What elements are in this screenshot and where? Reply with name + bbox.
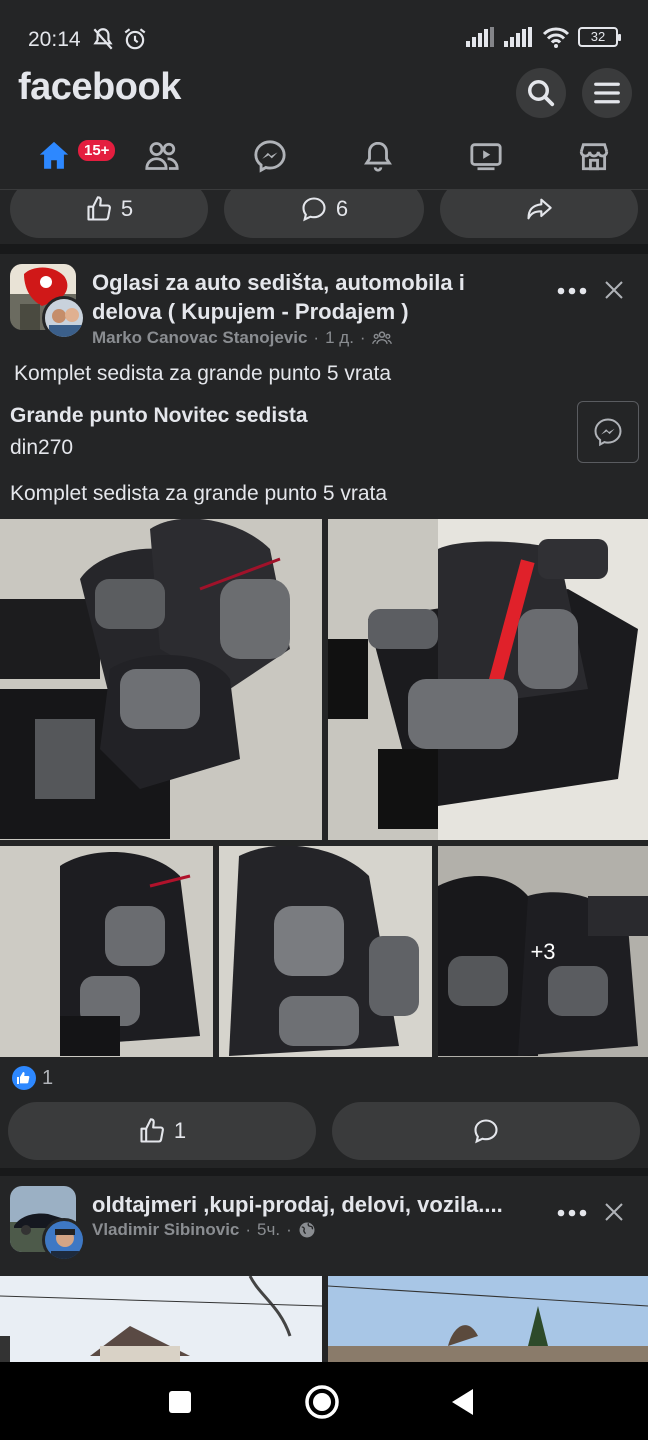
dot-separator-2: · (286, 1220, 292, 1239)
more-photos-count: +3 (530, 938, 556, 964)
more-options-button[interactable] (552, 276, 592, 306)
system-nav-bar (0, 1362, 648, 1440)
alarm-icon (124, 28, 146, 50)
close-icon (605, 281, 623, 299)
square-icon (169, 1391, 191, 1413)
author-avatar (42, 1218, 86, 1262)
post-photo[interactable] (219, 846, 432, 1057)
marketplace-icon (579, 143, 609, 171)
dot-separator: · (245, 1220, 252, 1239)
app-header: facebook (0, 62, 648, 126)
messenger-icon (594, 418, 622, 447)
video-icon (470, 143, 502, 171)
tab-home[interactable]: 15+ (24, 134, 118, 178)
message-seller-button[interactable] (577, 401, 639, 463)
friends-icon (145, 142, 179, 170)
author-avatar (42, 296, 86, 340)
post-text-bottom: Komplet sedista za grande punto 5 vrata (10, 482, 388, 505)
menu-button[interactable] (582, 68, 632, 118)
share-button[interactable] (440, 190, 638, 238)
back-button[interactable] (448, 1386, 478, 1418)
like-count: 5 (120, 196, 134, 221)
author-name[interactable]: Marko Canovac Stanojevic (92, 328, 307, 348)
dot-separator-2: · (359, 328, 366, 347)
dot-separator: · (313, 328, 320, 347)
reactions-summary[interactable]: 1 (12, 1066, 53, 1090)
more-icon (557, 1209, 587, 1217)
prev-post-actions: 5 6 (0, 190, 648, 244)
like-button[interactable]: 1 (8, 1102, 316, 1160)
post-meta: Vladimir Sibinovic · 5ч. · (92, 1220, 316, 1240)
status-bar: 20:14 32 (0, 0, 648, 62)
home-badge: 15+ (76, 138, 118, 163)
bell-icon (364, 141, 392, 172)
hide-post-button[interactable] (600, 1198, 628, 1226)
tab-messenger[interactable] (240, 134, 300, 178)
tab-video[interactable] (456, 134, 516, 178)
back-triangle-icon (452, 1389, 473, 1415)
more-options-button[interactable] (552, 1198, 592, 1228)
tab-marketplace[interactable] (564, 134, 624, 178)
listing-title: Grande punto Novitec sedista (10, 404, 308, 427)
menu-icon (594, 82, 620, 104)
post-photo[interactable] (0, 1276, 322, 1362)
like-count: 1 (173, 1118, 187, 1143)
more-photos-tile[interactable]: +3 (438, 846, 648, 1057)
signal-icon (466, 27, 494, 47)
battery-indicator: 32 (578, 27, 621, 47)
post-avatar[interactable] (10, 1186, 86, 1262)
signal-icon-2 (504, 27, 532, 47)
reaction-count: 1 (42, 1066, 54, 1089)
post-photo[interactable] (0, 519, 322, 840)
search-icon (528, 80, 555, 107)
comment-icon (474, 1119, 498, 1144)
comment-button[interactable]: 6 (224, 190, 424, 238)
messenger-icon (254, 140, 286, 173)
listing-price: din270 (10, 436, 74, 459)
group-privacy-icon (371, 331, 392, 344)
post-photo[interactable] (328, 519, 648, 840)
comment-button[interactable] (332, 1102, 640, 1160)
thumbs-up-icon (87, 196, 111, 221)
wifi-icon (542, 27, 570, 48)
like-reaction-icon (12, 1066, 36, 1090)
search-button[interactable] (516, 68, 566, 118)
home-nav-button[interactable] (304, 1384, 340, 1420)
comment-icon (302, 197, 326, 222)
post-photo[interactable] (0, 846, 213, 1057)
home-icon (39, 141, 69, 169)
post-time[interactable]: 1 д. (325, 328, 354, 348)
thumbs-up-icon (140, 1118, 164, 1143)
notifications-muted-icon (93, 28, 113, 50)
post-time[interactable]: 5ч. (257, 1220, 280, 1240)
tab-notifications[interactable] (348, 134, 408, 178)
main-tabs: 15+ (0, 126, 648, 190)
news-feed[interactable]: 5 6 Oglasi za auto sedišta, automobila i… (0, 190, 648, 1362)
circle-icon (305, 1385, 339, 1419)
hide-post-button[interactable] (600, 276, 628, 304)
share-icon (527, 198, 552, 220)
like-button[interactable]: 5 (10, 190, 208, 238)
comment-count: 6 (335, 196, 349, 221)
group-name-link[interactable]: Oglasi za auto sedišta, automobila i del… (92, 268, 532, 326)
post-card: Oglasi za auto sedišta, automobila i del… (0, 254, 648, 1168)
close-icon (605, 1203, 623, 1221)
post-avatar[interactable] (10, 264, 86, 340)
post-photo[interactable] (328, 1276, 648, 1362)
facebook-logo: facebook (18, 66, 181, 108)
post-meta: Marko Canovac Stanojevic · 1 д. · (92, 328, 392, 348)
more-icon (557, 287, 587, 295)
tab-friends[interactable] (132, 134, 192, 178)
author-name[interactable]: Vladimir Sibinovic (92, 1220, 239, 1240)
group-name-link[interactable]: oldtajmeri ,kupi-prodaj, delovi, vozila.… (92, 1190, 532, 1219)
post-card: oldtajmeri ,kupi-prodaj, delovi, vozila.… (0, 1176, 648, 1362)
post-text-top: Komplet sedista za grande punto 5 vrata (14, 362, 392, 385)
status-time: 20:14 (28, 28, 81, 51)
recent-apps-button[interactable] (166, 1388, 194, 1416)
globe-icon (299, 1222, 315, 1238)
